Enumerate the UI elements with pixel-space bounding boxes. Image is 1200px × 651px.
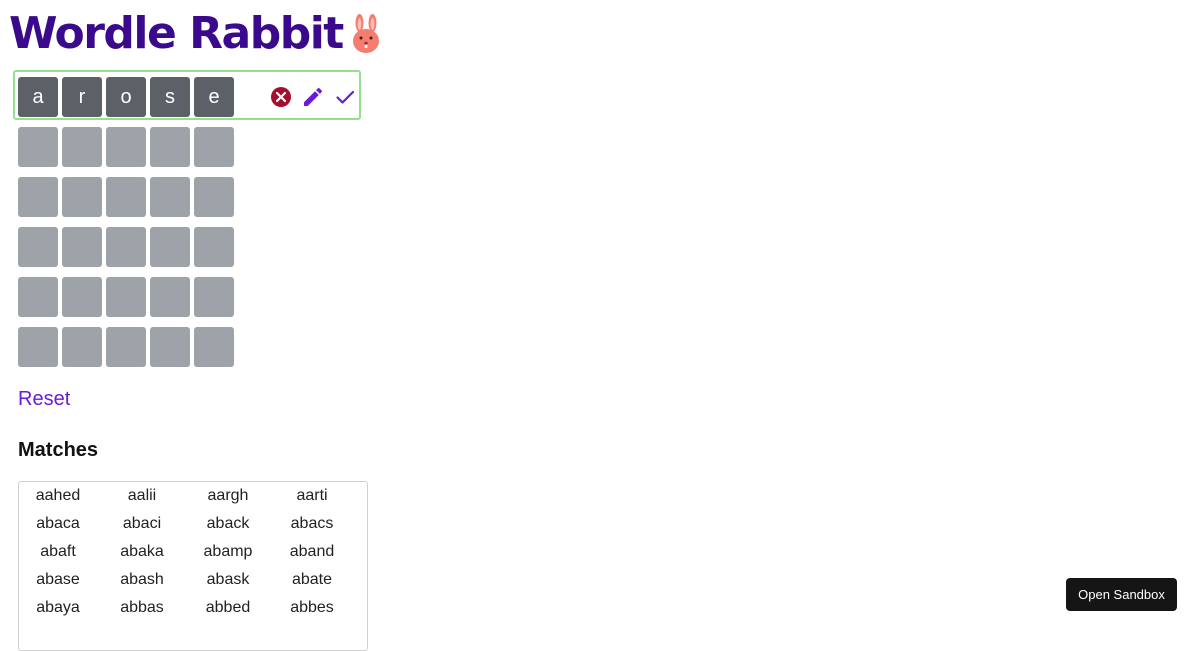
empty-tile[interactable] bbox=[18, 127, 58, 167]
empty-tile[interactable] bbox=[194, 277, 234, 317]
matches-heading: Matches bbox=[18, 439, 99, 461]
match-word: abacs bbox=[290, 515, 334, 532]
empty-tile[interactable] bbox=[150, 127, 190, 167]
pencil-icon[interactable] bbox=[301, 85, 325, 109]
match-word: abaci bbox=[122, 515, 162, 532]
check-icon[interactable] bbox=[333, 85, 357, 109]
empty-tile[interactable] bbox=[106, 177, 146, 217]
guess-tile[interactable]: a bbox=[18, 77, 58, 117]
empty-tile[interactable] bbox=[18, 277, 58, 317]
match-word: abase bbox=[36, 571, 80, 588]
guess-tile[interactable]: o bbox=[106, 77, 146, 117]
empty-tile[interactable] bbox=[18, 177, 58, 217]
empty-tile[interactable] bbox=[194, 227, 234, 267]
match-word: aback bbox=[206, 515, 250, 532]
rabbit-face-icon bbox=[349, 14, 383, 66]
page-title-text: Wordle Rabbit bbox=[9, 8, 344, 59]
match-word: abamp bbox=[203, 543, 253, 560]
empty-tile[interactable] bbox=[62, 127, 102, 167]
match-word: abbed bbox=[205, 599, 251, 616]
match-word: abaca bbox=[36, 515, 80, 532]
guess-tile[interactable]: e bbox=[194, 77, 234, 117]
empty-tile[interactable] bbox=[150, 327, 190, 367]
match-word: aargh bbox=[207, 487, 249, 504]
empty-tile[interactable] bbox=[62, 327, 102, 367]
matches-list[interactable]: aahed aalii aargh aarti abaca abaci aback abacs… bbox=[18, 481, 368, 651]
match-word: aahed bbox=[35, 487, 81, 504]
empty-tile[interactable] bbox=[18, 227, 58, 267]
empty-tile[interactable] bbox=[150, 227, 190, 267]
empty-tile[interactable] bbox=[194, 327, 234, 367]
reset-link[interactable]: Reset bbox=[18, 388, 70, 411]
empty-tile[interactable] bbox=[106, 227, 146, 267]
empty-tile[interactable] bbox=[150, 277, 190, 317]
match-word: aband bbox=[289, 543, 335, 560]
empty-tile[interactable] bbox=[194, 177, 234, 217]
guess-tile[interactable]: s bbox=[150, 77, 190, 117]
match-word: abaya bbox=[36, 599, 80, 616]
match-word: abaka bbox=[120, 543, 164, 560]
match-word: abbas bbox=[120, 599, 164, 616]
match-word: aalii bbox=[127, 487, 157, 504]
empty-tile[interactable] bbox=[62, 227, 102, 267]
clear-circle-icon[interactable] bbox=[269, 85, 293, 109]
empty-tile[interactable] bbox=[150, 177, 190, 217]
match-word: abaft bbox=[40, 543, 76, 560]
open-sandbox-button[interactable]: Open Sandbox bbox=[1066, 578, 1177, 611]
empty-tile[interactable] bbox=[62, 277, 102, 317]
empty-tile[interactable] bbox=[106, 127, 146, 167]
empty-tile[interactable] bbox=[18, 327, 58, 367]
empty-tile[interactable] bbox=[106, 277, 146, 317]
match-word: abask bbox=[206, 571, 250, 588]
match-word: abash bbox=[120, 571, 164, 588]
page-title: Wordle Rabbit bbox=[9, 8, 383, 66]
match-word: abbes bbox=[290, 599, 334, 616]
empty-tile[interactable] bbox=[106, 327, 146, 367]
empty-tile[interactable] bbox=[62, 177, 102, 217]
guess-tile[interactable]: r bbox=[62, 77, 102, 117]
match-word: aarti bbox=[296, 487, 328, 504]
match-word: abate bbox=[291, 571, 333, 588]
empty-tile[interactable] bbox=[194, 127, 234, 167]
